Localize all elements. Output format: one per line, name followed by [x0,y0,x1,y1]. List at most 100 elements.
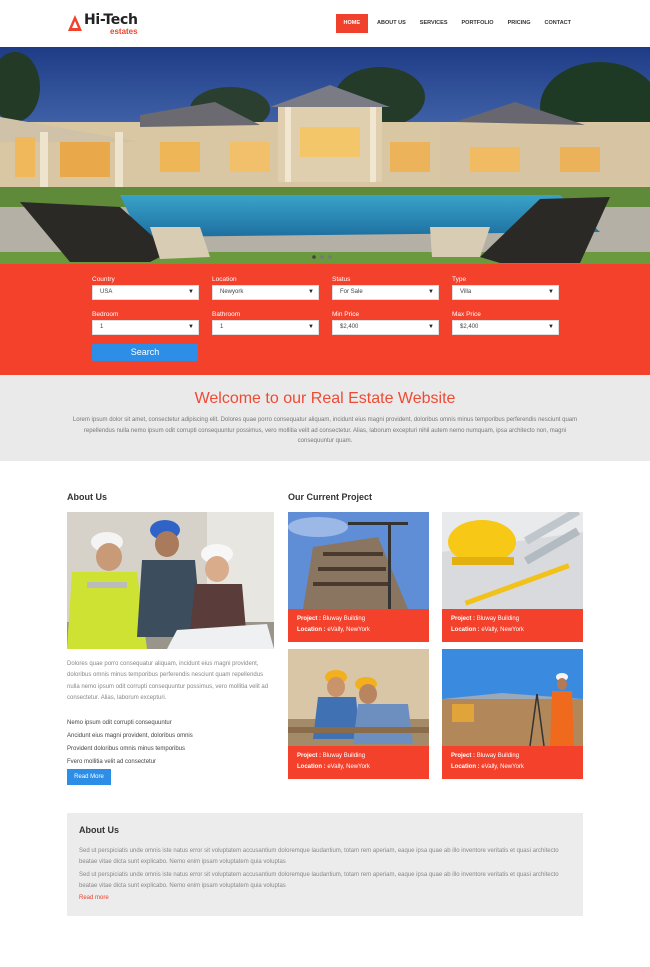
chevron-down-icon: ▼ [308,324,314,330]
hero-banner [0,47,650,264]
project-location: eVally, NewYork [481,764,524,771]
nav-contact[interactable]: CONTACT [538,14,578,33]
project-location: eVally, NewYork [481,627,524,634]
location-label: Location : [451,627,480,634]
max-price-label: Max Price [452,311,481,318]
status-label: Status [332,276,351,283]
project-name: Bluway Building [476,753,520,759]
about-box: About Us Sed ut perspiciatis unde omnis … [67,813,583,916]
project-label: Project : [297,616,322,622]
project-location: eVally, NewYork [327,627,370,634]
country-value: USA [100,289,113,295]
project-image [288,512,429,609]
project-card[interactable]: Project : Bluway Building Location : eVa… [442,512,583,642]
bathroom-field: Bathroom 1 ▼ [212,311,319,335]
bedroom-label: Bedroom [92,311,119,318]
chevron-down-icon: ▼ [308,289,314,295]
country-field: Country USA ▼ [92,276,199,300]
chevron-down-icon: ▼ [188,289,194,295]
site-header: Hi-Tech estates HOME ABOUT US SERVICES P… [0,0,650,47]
bedroom-value: 1 [100,324,104,330]
about-box-title: About Us [79,825,119,835]
nav-services[interactable]: SERVICES [413,14,455,33]
project-label: Project : [451,753,476,759]
type-label: Type [452,276,467,283]
project-caption: Project : Bluway Building Location : eVa… [442,746,583,779]
location-field: Location Newyork ▼ [212,276,319,300]
main-nav: HOME ABOUT US SERVICES PORTFOLIO PRICING… [335,14,578,33]
min-price-select[interactable]: $2,400 ▼ [332,320,439,335]
logo-triangle-icon [68,15,82,31]
project-label: Project : [451,616,476,622]
logo[interactable]: Hi-Tech estates [68,12,148,38]
project-location: eVally, NewYork [327,764,370,771]
nav-home[interactable]: HOME [335,14,369,33]
status-field: Status For Sale ▼ [332,276,439,300]
chevron-down-icon: ▼ [548,324,554,330]
max-price-field: Max Price $2,400 ▼ [452,311,559,335]
project-caption: Project : Bluway Building Location : eVa… [288,609,429,642]
project-image [442,649,583,746]
country-label: Country [92,276,115,283]
location-label: Location [212,276,237,283]
project-card[interactable]: Project : Bluway Building Location : eVa… [288,512,429,642]
project-caption: Project : Bluway Building Location : eVa… [288,746,429,779]
chevron-down-icon: ▼ [428,324,434,330]
location-label: Location : [297,764,326,771]
bathroom-value: 1 [220,324,224,330]
about-image [67,512,274,649]
type-select[interactable]: Villa ▼ [452,285,559,300]
location-label: Location : [451,764,480,771]
read-more-link[interactable]: Read more [79,895,109,901]
location-value: Newyork [220,289,244,295]
min-price-label: Min Price [332,311,360,318]
list-item: Fvero mollitia velit ad consectetur [67,759,157,765]
max-price-value: $2,400 [460,324,479,330]
about-box-para-1: Sed ut perspiciatis unde omnis iste natu… [79,848,559,865]
project-card[interactable]: Project : Bluway Building Location : eVa… [442,649,583,779]
bedroom-select[interactable]: 1 ▼ [92,320,199,335]
bedroom-field: Bedroom 1 ▼ [92,311,199,335]
bathroom-label: Bathroom [212,311,241,318]
about-title: About Us [67,492,107,502]
logo-subtitle: estates [110,27,138,36]
min-price-value: $2,400 [340,324,359,330]
status-select[interactable]: For Sale ▼ [332,285,439,300]
status-value: For Sale [340,289,363,295]
location-select[interactable]: Newyork ▼ [212,285,319,300]
list-item: Nemo ipsum odit corrupti consequuntur [67,720,172,726]
about-list: Nemo ipsum odit corrupti consequuntur An… [67,717,277,769]
project-caption: Project : Bluway Building Location : eVa… [442,609,583,642]
chevron-down-icon: ▼ [548,289,554,295]
read-more-button[interactable]: Read More [67,769,111,785]
chevron-down-icon: ▼ [188,324,194,330]
project-name: Bluway Building [476,616,520,622]
about-box-para-2: Sed ut perspiciatis unde omnis iste natu… [79,872,559,889]
hero-image [0,47,650,264]
project-label: Project : [297,753,322,759]
type-value: Villa [460,289,472,295]
nav-portfolio[interactable]: PORTFOLIO [455,14,501,33]
bathroom-select[interactable]: 1 ▼ [212,320,319,335]
project-card[interactable]: Project : Bluway Building Location : eVa… [288,649,429,779]
project-name: Bluway Building [322,616,366,622]
country-select[interactable]: USA ▼ [92,285,199,300]
type-field: Type Villa ▼ [452,276,559,300]
welcome-text: Lorem ipsum dolor sit amet, consectetur … [72,417,578,444]
welcome-section: Welcome to our Real Estate Website Lorem… [0,375,650,461]
nav-pricing[interactable]: PRICING [501,14,538,33]
search-button[interactable]: Search [92,344,198,361]
list-item: Provident doloribus omnis minus temporib… [67,746,186,752]
project-image [442,512,583,609]
project-image [288,649,429,746]
min-price-field: Min Price $2,400 ▼ [332,311,439,335]
max-price-select[interactable]: $2,400 ▼ [452,320,559,335]
list-item: Ancidunt eius magni provident, doloribus… [67,733,193,739]
location-label: Location : [297,627,326,634]
about-text: Dolores quae porro consequatur aliquam, … [67,661,269,701]
logo-title: Hi-Tech [84,12,138,28]
projects-title: Our Current Project [288,492,373,502]
project-name: Bluway Building [322,753,366,759]
nav-about-us[interactable]: ABOUT US [370,14,413,33]
welcome-title: Welcome to our Real Estate Website [194,390,456,407]
